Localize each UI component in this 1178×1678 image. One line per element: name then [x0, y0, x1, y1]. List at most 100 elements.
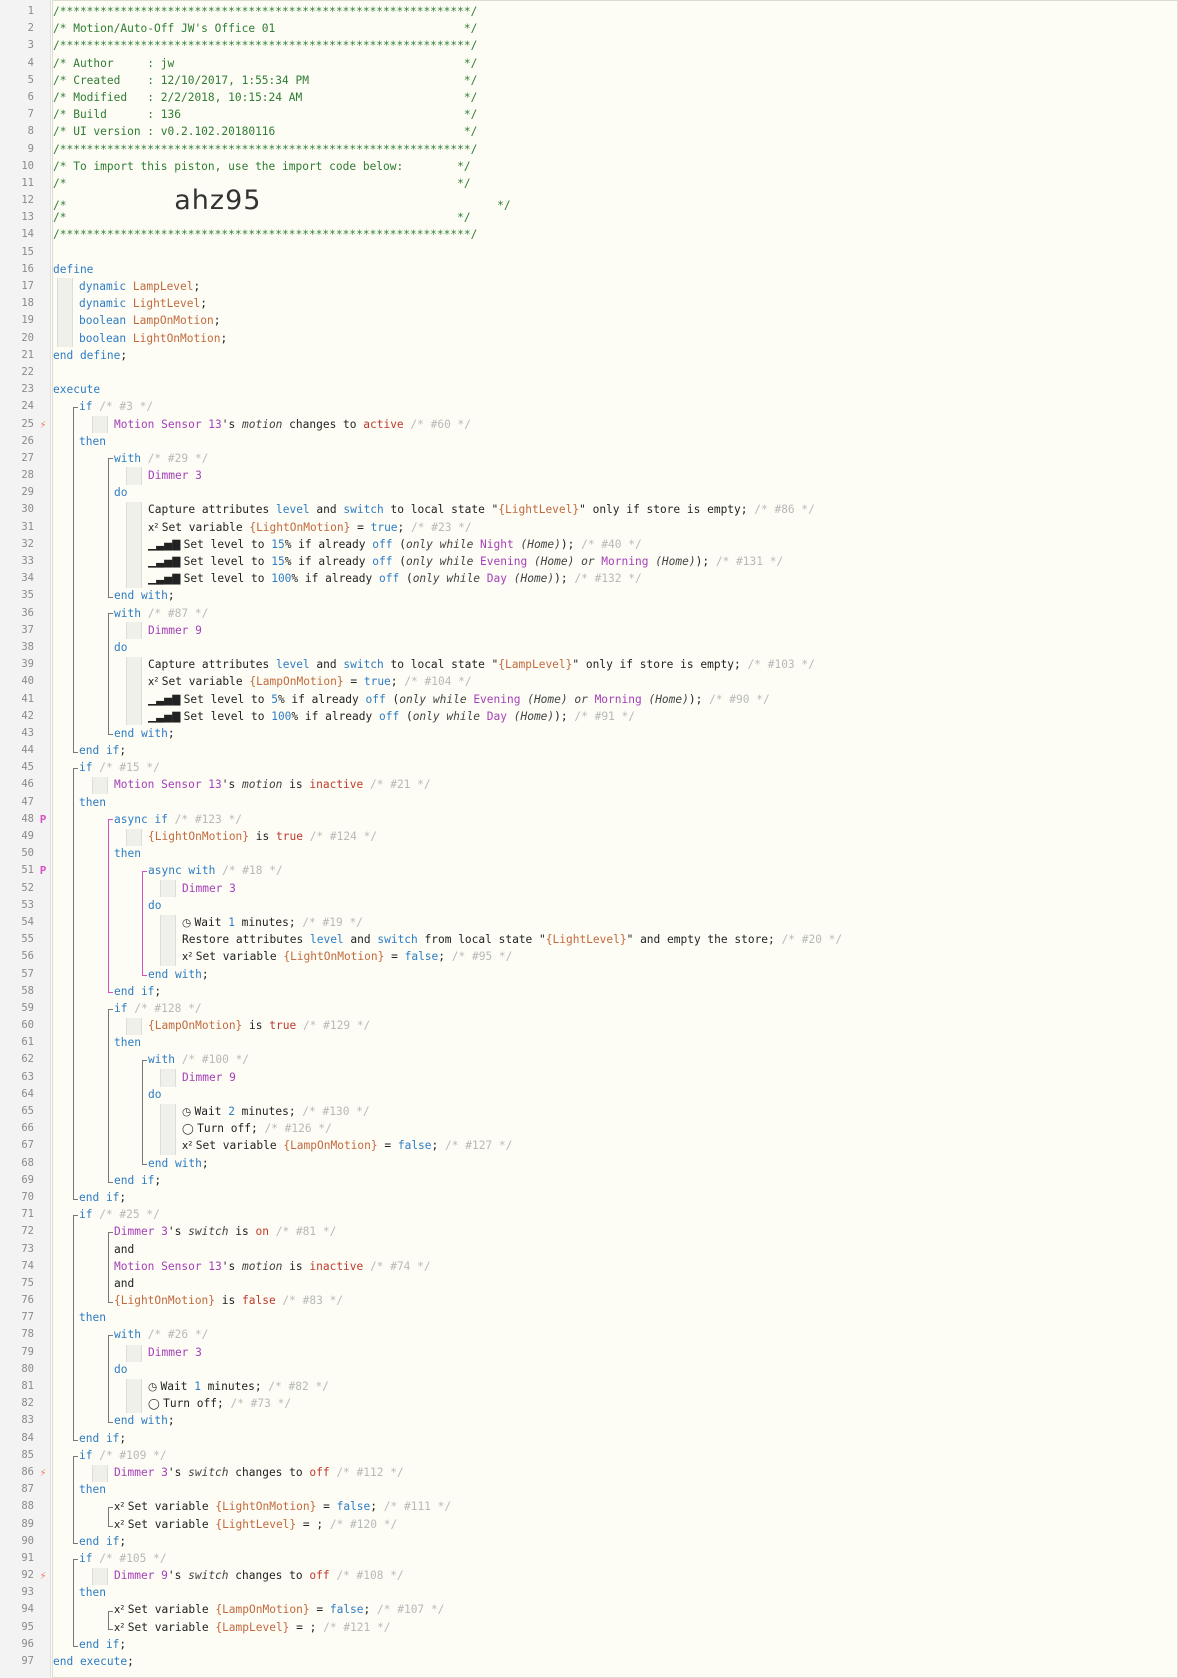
code-statement[interactable]: Motion Sensor 13's motion is inactive /*… — [114, 776, 431, 793]
code-statement[interactable]: {LightOnMotion} is false /* #83 */ — [114, 1292, 343, 1309]
code-statement[interactable]: end if; — [114, 983, 161, 1000]
code-statement[interactable]: do — [114, 484, 127, 501]
code-statement[interactable]: async if /* #123 */ — [114, 811, 242, 828]
code-statement[interactable]: then — [79, 433, 106, 450]
code-statement[interactable]: end if; — [79, 1189, 126, 1206]
code-statement[interactable]: then — [114, 1034, 141, 1051]
code-statement[interactable]: Dimmer 3's switch changes to off /* #112… — [114, 1464, 404, 1481]
code-statement[interactable]: define — [53, 261, 93, 278]
line-number: 38 — [21, 640, 34, 653]
code-statement[interactable]: boolean LightOnMotion; — [79, 330, 227, 347]
code-statement[interactable]: then — [79, 1584, 106, 1601]
code-statement[interactable]: Capture attributes level and switch to l… — [148, 501, 815, 518]
code-statement[interactable]: x² Set variable {LightOnMotion} = false;… — [182, 948, 512, 966]
code-statement[interactable]: Dimmer 3's switch is on /* #81 */ — [114, 1223, 336, 1240]
code-statement[interactable]: /* To import this piston, use the import… — [53, 158, 471, 175]
code-statement[interactable]: /***************************************… — [53, 226, 477, 243]
code-statement[interactable]: x² Set variable {LightLevel} = ; /* #120… — [114, 1516, 397, 1534]
line-number: 63 — [21, 1070, 34, 1083]
code-statement[interactable]: Restore attributes level and switch from… — [182, 931, 842, 948]
code-statement[interactable]: Dimmer 9's switch changes to off /* #108… — [114, 1567, 404, 1584]
code-statement[interactable]: /* Motion/Auto-Off JW's Office 01 */ — [53, 20, 477, 37]
code-statement[interactable]: Dimmer 9 — [148, 622, 202, 639]
code-statement[interactable]: end with; — [114, 587, 175, 604]
code-statement[interactable]: x² Set variable {LampOnMotion} = true; /… — [148, 673, 472, 691]
code-statement[interactable]: if /* #3 */ — [79, 398, 153, 415]
code-statement[interactable]: do — [114, 639, 127, 656]
code-statement[interactable]: end with; — [114, 1412, 175, 1429]
code-statement[interactable]: if /* #25 */ — [79, 1206, 160, 1223]
code-statement[interactable]: ▁▃▅▇ Set level to 15% if already off (on… — [148, 536, 642, 554]
keyword-token: end with — [114, 726, 168, 740]
code-statement[interactable]: end if; — [79, 1636, 126, 1653]
code-statement[interactable]: with /* #87 */ — [114, 605, 208, 622]
code-statement[interactable]: x² Set variable {LampLevel} = ; /* #121 … — [114, 1619, 390, 1637]
code-statement[interactable]: x² Set variable {LightOnMotion} = false;… — [114, 1498, 451, 1516]
statement-id-token: /* #90 */ — [709, 692, 770, 706]
code-statement[interactable]: x² Set variable {LampOnMotion} = false; … — [182, 1137, 512, 1155]
code-statement[interactable]: with /* #100 */ — [148, 1051, 249, 1068]
code-statement[interactable]: /* UI version : v0.2.102.20180116 */ — [53, 123, 477, 140]
code-statement[interactable]: end if; — [79, 1430, 126, 1447]
code-statement[interactable]: then — [79, 794, 106, 811]
code-statement[interactable]: x² Set variable {LampOnMotion} = false; … — [114, 1601, 444, 1619]
code-statement[interactable]: /***************************************… — [53, 37, 477, 54]
code-statement[interactable]: end with; — [148, 966, 209, 983]
code-statement[interactable]: ▁▃▅▇ Set level to 15% if already off (on… — [148, 553, 783, 571]
code-statement[interactable]: end if; — [79, 742, 126, 759]
code-statement[interactable]: Motion Sensor 13's motion is inactive /*… — [114, 1258, 431, 1275]
code-statement[interactable]: if /* #109 */ — [79, 1447, 167, 1464]
code-statement[interactable]: if /* #15 */ — [79, 759, 160, 776]
code-statement[interactable]: end define; — [53, 347, 127, 364]
code-statement[interactable]: /* Build : 136 */ — [53, 106, 477, 123]
code-statement[interactable]: end with; — [114, 725, 175, 742]
operator-token: inactive — [309, 778, 364, 792]
code-statement[interactable]: {LampOnMotion} is true /* #129 */ — [148, 1017, 370, 1034]
code-statement[interactable]: /* Created : 12/10/2017, 1:55:34 PM */ — [53, 72, 477, 89]
code-statement[interactable]: ◷ Wait 1 minutes; /* #82 */ — [148, 1378, 329, 1396]
code-statement[interactable]: ◯ Turn off; /* #126 */ — [182, 1120, 332, 1138]
code-statement[interactable]: do — [148, 1086, 161, 1103]
code-statement[interactable]: /* Author : jw */ — [53, 55, 477, 72]
code-statement[interactable]: /***************************************… — [53, 3, 477, 20]
code-statement[interactable]: Dimmer 3 — [148, 1344, 202, 1361]
code-statement[interactable]: do — [114, 1361, 127, 1378]
code-statement[interactable]: dynamic LampLevel; — [79, 278, 200, 295]
code-statement[interactable]: with /* #29 */ — [114, 450, 208, 467]
code-statement[interactable]: Dimmer 9 — [182, 1069, 236, 1086]
code-statement[interactable]: Capture attributes level and switch to l… — [148, 656, 815, 673]
code-statement[interactable]: async with /* #18 */ — [148, 862, 283, 879]
code-statement[interactable]: if /* #128 */ — [114, 1000, 202, 1017]
code-statement[interactable]: ▁▃▅▇ Set level to 100% if already off (o… — [148, 708, 635, 726]
code-statement[interactable]: Dimmer 3 — [148, 467, 202, 484]
code-statement[interactable]: ▁▃▅▇ Set level to 5% if already off (onl… — [148, 691, 770, 709]
code-statement[interactable]: and — [114, 1275, 134, 1292]
code-statement[interactable]: with /* #26 */ — [114, 1326, 208, 1343]
code-statement[interactable]: /* */ — [53, 175, 471, 192]
code-statement[interactable]: ◯ Turn off; /* #73 */ — [148, 1395, 291, 1413]
code-statement[interactable]: and — [114, 1241, 134, 1258]
code-statement[interactable]: x² Set variable {LightOnMotion} = true; … — [148, 519, 472, 537]
code-statement[interactable]: end execute; — [53, 1653, 134, 1670]
code-statement[interactable]: Motion Sensor 13's motion changes to act… — [114, 416, 471, 433]
plain-token: minutes; — [234, 1105, 303, 1118]
code-statement[interactable]: ◷ Wait 2 minutes; /* #130 */ — [182, 1103, 370, 1121]
code-statement[interactable]: {LightOnMotion} is true /* #124 */ — [148, 828, 377, 845]
code-statement[interactable]: ▁▃▅▇ Set level to 100% if already off (o… — [148, 570, 642, 588]
code-statement[interactable]: then — [79, 1481, 106, 1498]
code-statement[interactable]: boolean LampOnMotion; — [79, 312, 220, 329]
code-statement[interactable]: then — [114, 845, 141, 862]
code-statement[interactable]: /* Modified : 2/2/2018, 10:15:24 AM */ — [53, 89, 477, 106]
code-statement[interactable]: then — [79, 1309, 106, 1326]
code-statement[interactable]: end if; — [114, 1172, 161, 1189]
code-statement[interactable]: /* */ — [53, 209, 471, 226]
code-statement[interactable]: ◷ Wait 1 minutes; /* #19 */ — [182, 914, 363, 932]
code-statement[interactable]: end with; — [148, 1155, 209, 1172]
code-statement[interactable]: do — [148, 897, 161, 914]
code-statement[interactable]: end if; — [79, 1533, 126, 1550]
code-statement[interactable]: dynamic LightLevel; — [79, 295, 207, 312]
code-statement[interactable]: Dimmer 3 — [182, 880, 236, 897]
code-statement[interactable]: /***************************************… — [53, 141, 477, 158]
code-statement[interactable]: if /* #105 */ — [79, 1550, 167, 1567]
code-statement[interactable]: execute — [53, 381, 100, 398]
